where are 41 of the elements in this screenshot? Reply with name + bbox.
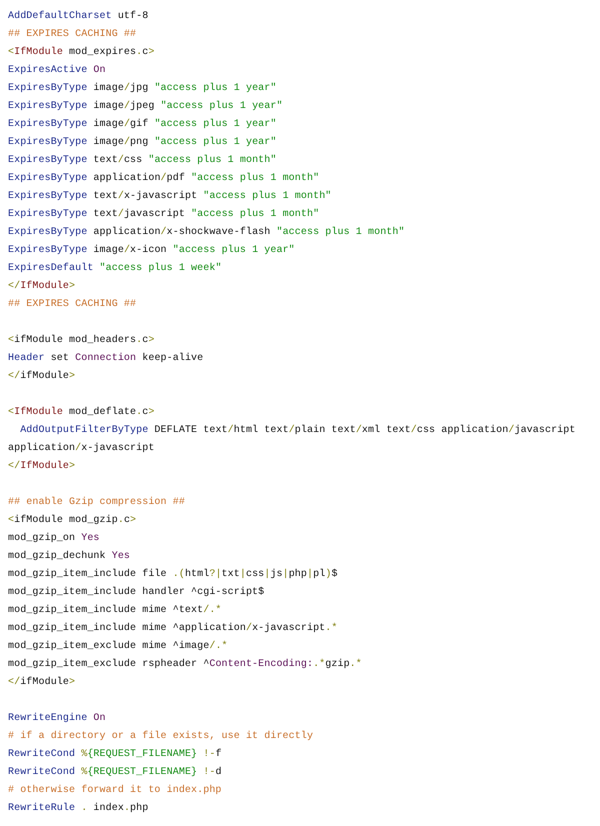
code-line: ## EXPIRES CACHING ##	[8, 28, 136, 42]
code-line: Header set Connection keep-alive	[8, 352, 204, 366]
code-line: </ifModule>	[8, 370, 76, 384]
code-line: mod_gzip_item_include mime ^text/.*	[8, 604, 222, 618]
code-line: RewriteCond %{REQUEST_FILENAME} !-d	[8, 766, 222, 780]
code-line: mod_gzip_item_include handler ^cgi-script$	[8, 586, 264, 600]
code-line: <ifModule mod_headers.c>	[8, 334, 154, 348]
code-line: application/x-javascript	[8, 442, 154, 456]
code-line: <IfModule mod_deflate.c>	[8, 406, 154, 420]
code-line: ExpiresByType image/gif "access plus 1 year"	[8, 118, 276, 132]
code-line: ExpiresByType application/pdf "access plus 1 month"	[8, 172, 320, 186]
code-line: ExpiresByType image/png "access plus 1 year"	[8, 136, 276, 150]
code-line: ExpiresByType image/x-icon "access plus 1 year"	[8, 244, 295, 258]
code-line: <IfModule mod_expires.c>	[8, 46, 154, 60]
code-line: ## EXPIRES CACHING ##	[8, 298, 136, 312]
code-line: </IfModule>	[8, 460, 76, 474]
code-line: mod_gzip_item_exclude mime ^image/.*	[8, 640, 228, 654]
code-line: mod_gzip_dechunk Yes	[8, 550, 130, 564]
code-line: # if a directory or a file exists, use it directly	[8, 730, 314, 744]
code-line: RewriteEngine On	[8, 712, 106, 726]
code-line: mod_gzip_item_include mime ^application/x-javascript.*	[8, 622, 338, 636]
code-line: AddOutputFilterByType DEFLATE text/html text/plain text/xml text/css application/javascript	[19, 424, 576, 438]
code-line: ExpiresByType text/x-javascript "access plus 1 month"	[8, 190, 332, 204]
code-line: ExpiresByType text/javascript "access plus 1 month"	[8, 208, 320, 222]
code-line: RewriteRule . index.php	[8, 802, 148, 816]
code-line: mod_gzip_on Yes	[8, 532, 100, 546]
code-line: mod_gzip_item_include file .(html?|txt|css|js|php|pl)$	[8, 568, 338, 582]
code-line: ExpiresByType text/css "access plus 1 month"	[8, 154, 276, 168]
code-line: ExpiresActive On	[8, 64, 106, 78]
code-line: AddDefaultCharset utf-8	[8, 10, 148, 24]
code-line: RewriteCond %{REQUEST_FILENAME} !-f	[8, 748, 222, 762]
code-line: # otherwise forward it to index.php	[8, 784, 222, 798]
code-line: </IfModule>	[8, 280, 76, 294]
code-line: </ifModule>	[8, 676, 76, 690]
code-line: ExpiresByType image/jpg "access plus 1 year"	[8, 82, 276, 96]
code-line: ExpiresDefault "access plus 1 week"	[8, 262, 222, 276]
code-line: ExpiresByType image/jpeg "access plus 1 year"	[8, 100, 283, 114]
code-line: <ifModule mod_gzip.c>	[8, 514, 136, 528]
code-line: mod_gzip_item_exclude rspheader ^Content-Encoding:.*gzip.*	[8, 658, 362, 672]
code-line: ## enable Gzip compression ##	[8, 496, 185, 510]
code-line: ExpiresByType application/x-shockwave-flash "access plus 1 month"	[8, 226, 405, 240]
